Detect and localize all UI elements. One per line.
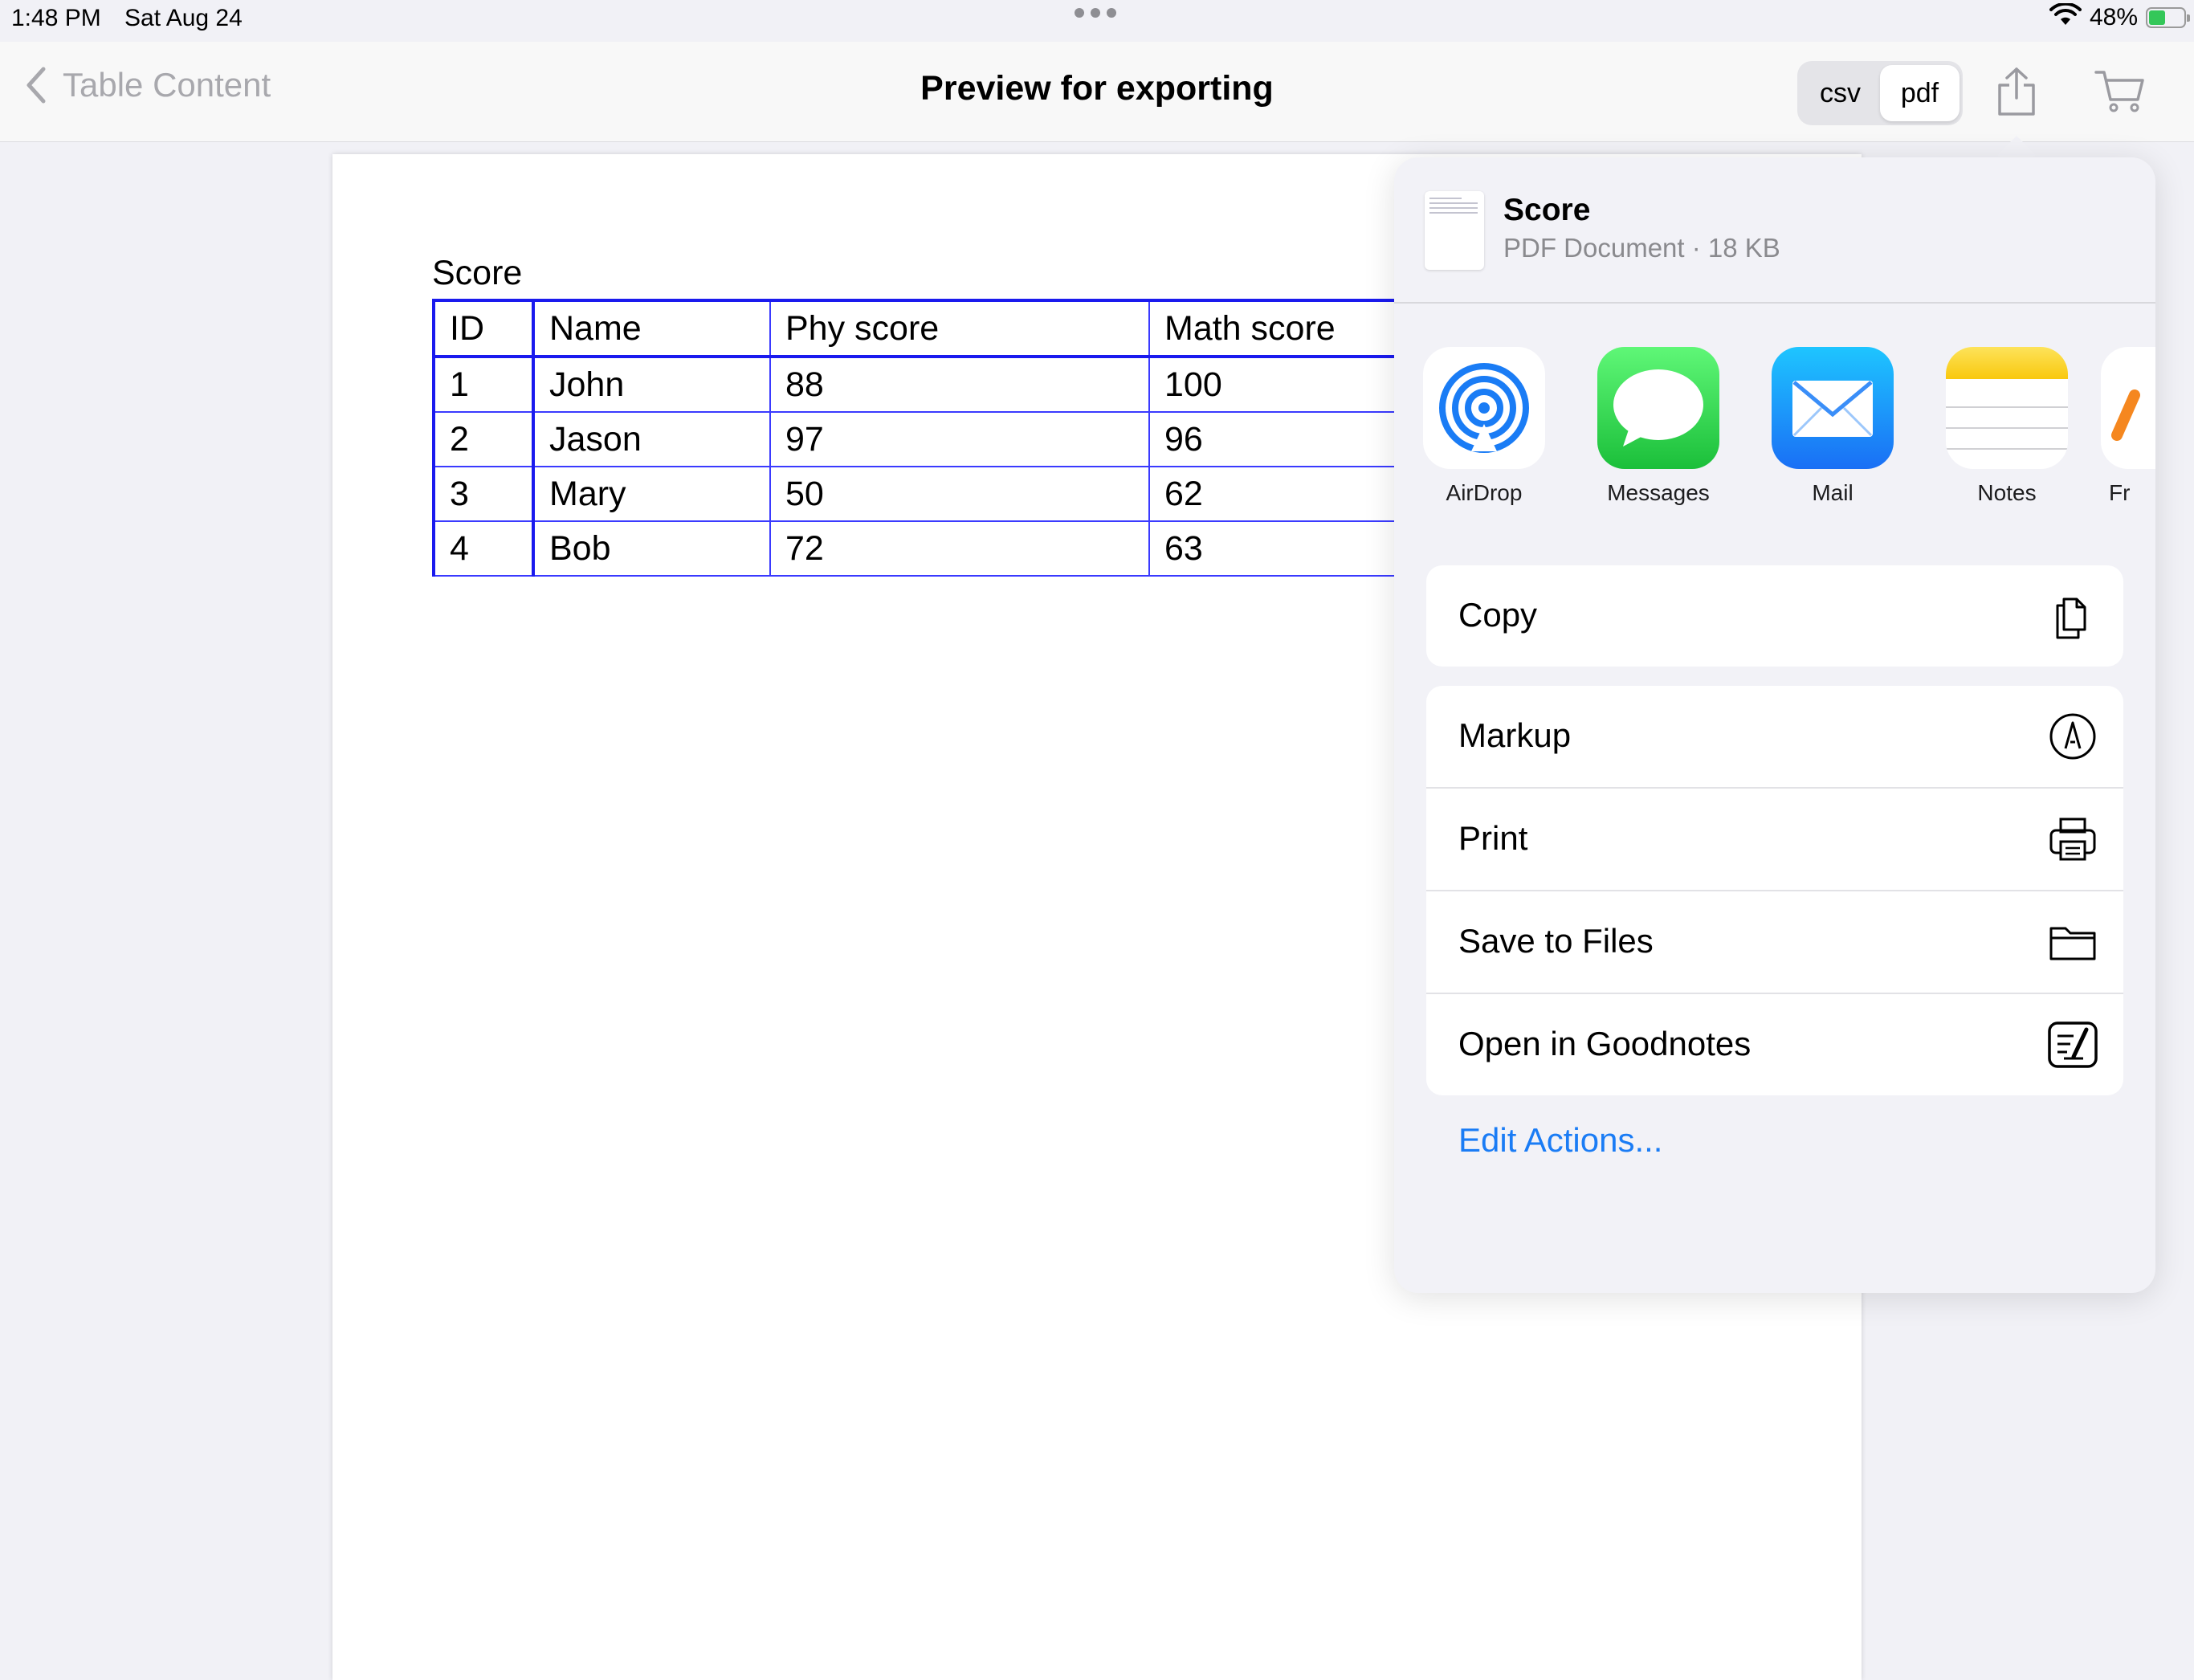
- messages-icon: [1597, 347, 1719, 469]
- app-label: Notes: [1977, 480, 2037, 505]
- app-label: AirDrop: [1446, 480, 1523, 505]
- copy-icon: [2056, 597, 2086, 639]
- column-header: Phy score: [769, 299, 1150, 358]
- action-label: Copy: [1458, 596, 1538, 634]
- edit-actions-link[interactable]: Edit Actions...: [1458, 1121, 1662, 1160]
- markup-action[interactable]: Markup: [1426, 686, 2123, 789]
- goodnotes-icon: [2048, 1021, 2098, 1068]
- status-bar: 1:48 PM Sat Aug 24 48%: [0, 0, 2194, 42]
- share-icon: [1998, 67, 2035, 116]
- status-date: Sat Aug 24: [124, 5, 243, 31]
- app-label: Fr: [2109, 480, 2131, 505]
- table-cell: 50: [769, 466, 1150, 522]
- action-label: Print: [1458, 819, 1528, 857]
- status-time: 1:48 PM: [11, 5, 101, 31]
- share-app-mail[interactable]: Mail: [1752, 347, 1913, 506]
- file-thumbnail: [1425, 191, 1484, 270]
- format-segmented-control[interactable]: csv pdf: [1797, 61, 1963, 125]
- action-label: Markup: [1458, 716, 1572, 754]
- table-cell: 72: [769, 520, 1150, 577]
- folder-icon: [2049, 927, 2096, 960]
- share-app-airdrop[interactable]: AirDrop: [1404, 347, 1564, 506]
- share-app-freeform[interactable]: Fr: [2101, 347, 2155, 506]
- file-meta: PDF Document · 18 KB: [1503, 233, 1780, 263]
- markup-icon: [2049, 713, 2096, 760]
- table-cell: Jason: [532, 411, 771, 467]
- freeform-icon: [2101, 347, 2155, 469]
- share-sheet-header: Score PDF Document · 18 KB: [1394, 157, 2155, 304]
- printer-icon: [2049, 818, 2096, 861]
- column-header: ID: [432, 299, 535, 358]
- table-cell: 97: [769, 411, 1150, 467]
- airdrop-icon: [1423, 347, 1545, 469]
- file-name: Score: [1503, 193, 1591, 227]
- actions-group: Markup Print Save to Files Open in Goodn…: [1426, 686, 2123, 1095]
- table-cell: 88: [769, 356, 1150, 413]
- cart-icon: [2094, 71, 2144, 112]
- copy-action[interactable]: Copy: [1426, 565, 2123, 667]
- notes-icon: [1946, 347, 2068, 469]
- battery-percent: 48%: [2089, 3, 2138, 31]
- action-label: Open in Goodnotes: [1458, 1025, 1752, 1062]
- share-app-notes[interactable]: Notes: [1927, 347, 2087, 506]
- multitasking-dots-icon[interactable]: [1075, 8, 1116, 18]
- share-button[interactable]: [1995, 66, 2038, 121]
- mail-icon: [1772, 347, 1894, 469]
- table-cell: 2: [432, 411, 535, 467]
- wifi-icon: [2049, 2, 2082, 31]
- table-cell: John: [532, 356, 771, 413]
- table-caption: Score: [432, 254, 523, 292]
- app-label: Messages: [1607, 480, 1710, 505]
- table-cell: 4: [432, 520, 535, 577]
- app-label: Mail: [1812, 480, 1853, 505]
- share-app-messages[interactable]: Messages: [1578, 347, 1739, 506]
- share-apps-row: AirDrop Messages Mail Notes Fr: [1394, 347, 2155, 508]
- battery-charging-icon: [2146, 6, 2190, 28]
- action-label: Save to Files: [1458, 922, 1654, 960]
- format-pdf-option[interactable]: pdf: [1880, 65, 1960, 121]
- table-cell: 1: [432, 356, 535, 413]
- save-to-files-action[interactable]: Save to Files: [1426, 891, 2123, 994]
- column-header: Name: [532, 299, 771, 358]
- status-indicators: 48%: [2049, 2, 2190, 31]
- print-action[interactable]: Print: [1426, 789, 2123, 891]
- open-in-goodnotes-action[interactable]: Open in Goodnotes: [1426, 994, 2123, 1095]
- cart-button[interactable]: [2094, 69, 2146, 118]
- nav-bar: Table Content Preview for exporting csv …: [0, 42, 2194, 142]
- table-cell: Bob: [532, 520, 771, 577]
- format-csv-option[interactable]: csv: [1800, 65, 1880, 121]
- copy-group: Copy: [1426, 565, 2123, 667]
- table-cell: 3: [432, 466, 535, 522]
- share-sheet: Score PDF Document · 18 KB AirDrop Messa…: [1394, 157, 2155, 1293]
- table-cell: Mary: [532, 466, 771, 522]
